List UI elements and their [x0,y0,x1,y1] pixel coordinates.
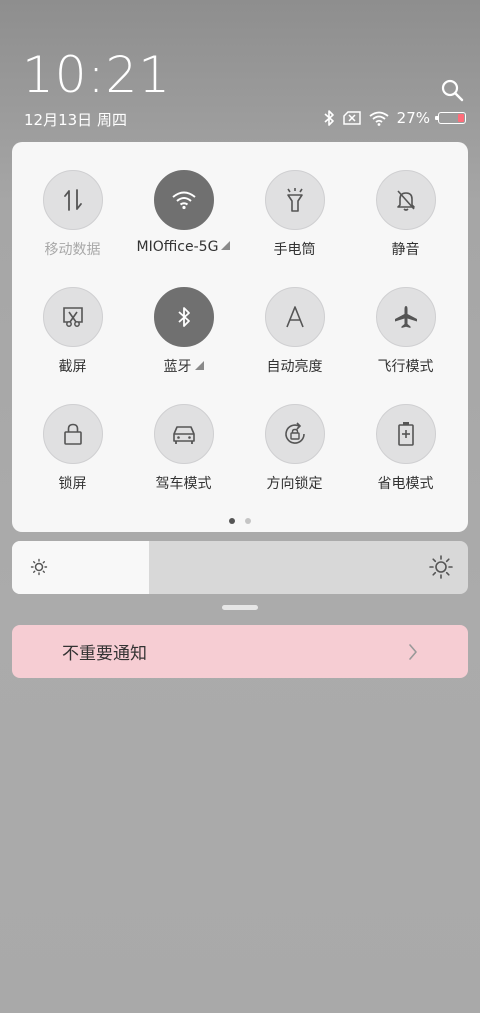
tile-airplane[interactable]: 飞行模式 [350,287,461,376]
expand-indicator-icon[interactable] [221,241,231,250]
tile-battery-saver[interactable]: 省电模式 [350,404,461,493]
unimportant-notifications[interactable]: 不重要通知 [12,625,468,678]
battery-saver-icon [397,422,414,446]
bluetooth-icon [177,307,190,327]
airplane-icon [394,306,417,328]
clock-time[interactable]: 10:21 [22,48,171,102]
car-icon [172,426,195,444]
tile-label-row: 蓝牙 [128,356,239,376]
page-dot-2[interactable] [245,518,251,524]
wifi-button[interactable] [153,170,214,230]
tile-label: 移动数据 [44,242,101,258]
page-indicator [12,518,468,524]
lock-icon [63,423,82,445]
tile-label: 手电筒 [273,242,316,258]
tile-label: 方向锁定 [266,476,323,492]
notification-label: 不重要通知 [62,644,147,664]
no-sim-icon [342,111,361,125]
tile-mobile-data[interactable]: 移动数据 [17,170,128,259]
chevron-right-icon [409,644,417,660]
tile-flashlight[interactable]: 手电筒 [239,170,350,259]
brightness-slider[interactable] [12,541,468,594]
rotation-lock-icon [284,422,305,444]
tile-label: 锁屏 [58,476,87,492]
rotation-lock-button[interactable] [264,404,325,464]
tile-mute[interactable]: 静音 [350,170,461,259]
tile-label: 飞行模式 [377,359,434,375]
flashlight-icon [286,188,303,212]
tile-auto-brightness[interactable]: 自动亮度 [239,287,350,376]
search-icon[interactable] [440,78,464,102]
wifi-icon [171,191,196,210]
driving-mode-button[interactable] [153,404,214,464]
screenshot-button[interactable] [42,287,103,347]
auto-brightness-icon [285,306,304,328]
tile-label: 省电模式 [377,476,434,492]
tile-driving-mode[interactable]: 驾车模式 [128,404,239,493]
tile-label: 截屏 [58,359,87,375]
tile-screenshot[interactable]: 截屏 [17,287,128,376]
lock-screen-button[interactable] [42,404,103,464]
tile-label: MIOffice-5G [136,239,219,255]
battery-saver-button[interactable] [375,404,436,464]
expand-indicator-icon[interactable] [194,361,204,370]
tile-label: 蓝牙 [163,359,192,375]
bluetooth-button[interactable] [153,287,214,347]
screenshot-icon [62,307,83,327]
tile-wifi[interactable]: MIOffice-5G [128,170,239,255]
page-dot-1[interactable] [229,518,235,524]
brightness-high-icon [429,555,453,579]
tile-rotation-lock[interactable]: 方向锁定 [239,404,350,493]
mute-button[interactable] [375,170,436,230]
tile-label-row: MIOffice-5G [128,239,239,255]
clock-date[interactable]: 12月13日 周四 [24,109,127,130]
tile-label: 静音 [391,242,420,258]
airplane-button[interactable] [375,287,436,347]
bluetooth-icon [323,110,335,126]
auto-brightness-button[interactable] [264,287,325,347]
battery-icon [435,112,466,124]
tile-lock-screen[interactable]: 锁屏 [17,404,128,493]
mobile-data-icon [63,189,82,211]
mute-bell-icon [396,190,415,211]
flashlight-button[interactable] [264,170,325,230]
tile-bluetooth[interactable]: 蓝牙 [128,287,239,376]
wifi-icon [369,111,389,126]
brightness-low-icon [30,558,48,576]
drag-handle[interactable] [222,605,258,610]
battery-percent: 27% [396,109,430,127]
quick-settings-panel: 移动数据 MIOffice-5G 手电筒 静音 截屏 蓝牙 自动亮度 飞行模式 … [12,142,468,532]
mobile-data-button[interactable] [42,170,103,230]
tile-label: 自动亮度 [266,359,323,375]
tile-label: 驾车模式 [155,476,212,492]
status-icons: 27% [323,108,466,128]
